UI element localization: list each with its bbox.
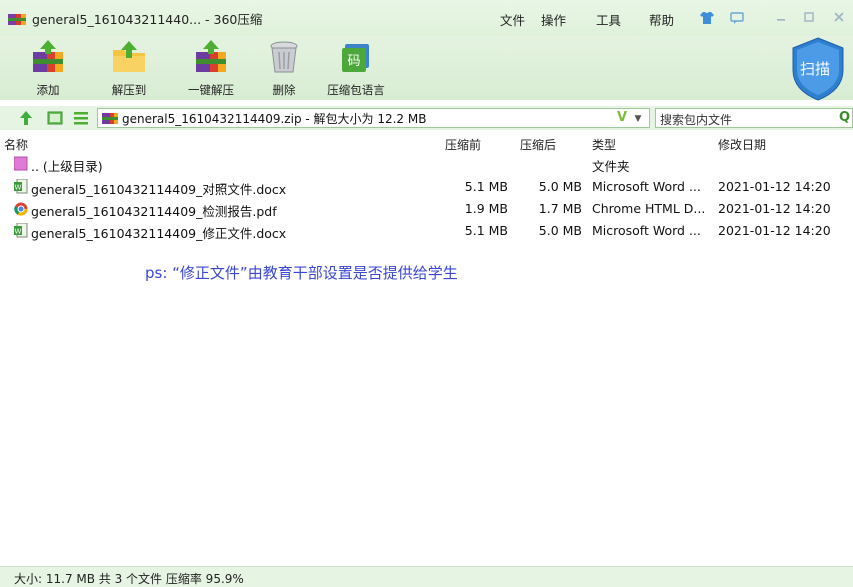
scan-shield-button[interactable]: 扫描 — [789, 36, 847, 102]
menu-file[interactable]: 文件 — [500, 10, 525, 29]
icon-view-icon[interactable] — [47, 110, 63, 126]
app-logo-icon — [8, 11, 26, 25]
search-input[interactable]: 搜索包内文件 Q — [655, 108, 853, 128]
size-before: 5.1 MB — [464, 179, 508, 194]
title-bar: general5_161043211440... - 360压缩 文件 操作 工… — [0, 0, 853, 36]
file-name: general5_1610432114409_检测报告.pdf — [31, 204, 277, 219]
size-before: 1.9 MB — [464, 201, 508, 216]
file-name: general5_1610432114409_对照文件.docx — [31, 182, 287, 197]
close-button[interactable] — [831, 9, 847, 25]
add-archive-icon — [29, 38, 67, 76]
file-name: general5_1610432114409_修正文件.docx — [31, 226, 287, 241]
archive-path: general5_1610432114409.zip - 解包大小为 12.2 … — [122, 111, 427, 126]
svg-text:W: W — [15, 184, 22, 192]
file-list: 名称 压缩前 压缩后 类型 修改日期 .. (上级目录) 文件夹 W gener… — [0, 132, 853, 566]
file-type: 文件夹 — [592, 159, 630, 174]
feedback-icon[interactable] — [729, 10, 745, 26]
trash-icon — [265, 38, 303, 76]
status-text: 大小: 11.7 MB 共 3 个文件 压缩率 95.9% — [14, 572, 244, 586]
extract-to-folder-icon — [110, 38, 148, 76]
size-after: 5.0 MB — [538, 223, 582, 238]
search-placeholder: 搜索包内文件 — [660, 113, 733, 127]
folder-icon — [13, 156, 28, 171]
column-header-type[interactable]: 类型 — [592, 136, 616, 153]
list-item[interactable]: W general5_1610432114409_修正文件.docx 5.1 M… — [0, 220, 853, 242]
word-doc-icon: W — [14, 178, 28, 194]
archive-language-button[interactable]: 码 压缩包语言 — [326, 38, 386, 98]
window-title: general5_161043211440... - 360压缩 — [32, 11, 263, 27]
file-type: Microsoft Word ... — [592, 179, 701, 194]
address-bar: general5_1610432114409.zip - 解包大小为 12.2 … — [0, 106, 853, 130]
archive-language-icon: 码 — [337, 38, 375, 76]
delete-button[interactable]: 删除 — [254, 38, 314, 98]
size-after: 1.7 MB — [538, 201, 582, 216]
one-click-extract-button[interactable]: 一键解压 — [181, 38, 241, 98]
status-bar: 大小: 11.7 MB 共 3 个文件 压缩率 95.9% — [0, 566, 853, 587]
svg-text:码: 码 — [347, 54, 360, 69]
file-type: Microsoft Word ... — [592, 223, 701, 238]
menu-tools[interactable]: 工具 — [596, 10, 621, 29]
column-header-before[interactable]: 压缩前 — [445, 136, 481, 153]
add-button[interactable]: 添加 — [18, 38, 78, 98]
main-toolbar: 添加 解压到 一键解压 删除 码 压缩包语言 扫描 — [0, 36, 853, 102]
modified-date: 2021-01-12 14:20 — [718, 223, 831, 238]
extract-to-button-label: 解压到 — [111, 83, 147, 97]
verified-badge: V — [616, 110, 627, 125]
file-name: .. (上级目录) — [31, 159, 103, 174]
column-header-name[interactable]: 名称 — [4, 136, 28, 153]
column-header-after[interactable]: 压缩后 — [520, 136, 556, 153]
chrome-icon — [14, 201, 28, 216]
extract-to-button[interactable]: 解压到 — [99, 38, 159, 98]
skin-shirt-icon[interactable] — [699, 10, 715, 26]
up-arrow-icon[interactable] — [18, 110, 34, 126]
modified-date: 2021-01-12 14:20 — [718, 201, 831, 216]
delete-button-label: 删除 — [272, 83, 296, 97]
maximize-button[interactable] — [801, 9, 817, 25]
menu-operation[interactable]: 操作 — [541, 10, 566, 29]
menu-help[interactable]: 帮助 — [649, 10, 674, 29]
column-header-date[interactable]: 修改日期 — [718, 136, 766, 153]
archive-language-label: 压缩包语言 — [327, 83, 385, 97]
add-button-label: 添加 — [36, 83, 60, 97]
one-click-extract-label: 一键解压 — [188, 83, 234, 97]
list-item[interactable]: W general5_1610432114409_对照文件.docx 5.1 M… — [0, 176, 853, 198]
one-click-extract-icon — [192, 38, 230, 76]
svg-text:W: W — [15, 228, 22, 236]
minimize-button[interactable] — [773, 9, 789, 25]
search-icon[interactable]: Q — [839, 110, 850, 125]
chevron-down-icon[interactable]: ▼ — [631, 112, 645, 126]
list-view-icon[interactable] — [73, 110, 89, 126]
list-item-parent[interactable]: .. (上级目录) 文件夹 — [0, 153, 853, 175]
path-field[interactable]: general5_1610432114409.zip - 解包大小为 12.2 … — [97, 108, 650, 128]
file-type: Chrome HTML D... — [592, 201, 706, 216]
word-doc-icon: W — [14, 222, 28, 238]
modified-date: 2021-01-12 14:20 — [718, 179, 831, 194]
size-before: 5.1 MB — [464, 223, 508, 238]
zip-file-icon — [102, 112, 118, 124]
scan-label: 扫描 — [800, 60, 831, 78]
size-after: 5.0 MB — [538, 179, 582, 194]
list-item[interactable]: general5_1610432114409_检测报告.pdf 1.9 MB 1… — [0, 198, 853, 220]
annotation-note: ps: “修正文件”由教育干部设置是否提供给学生 — [145, 264, 458, 282]
